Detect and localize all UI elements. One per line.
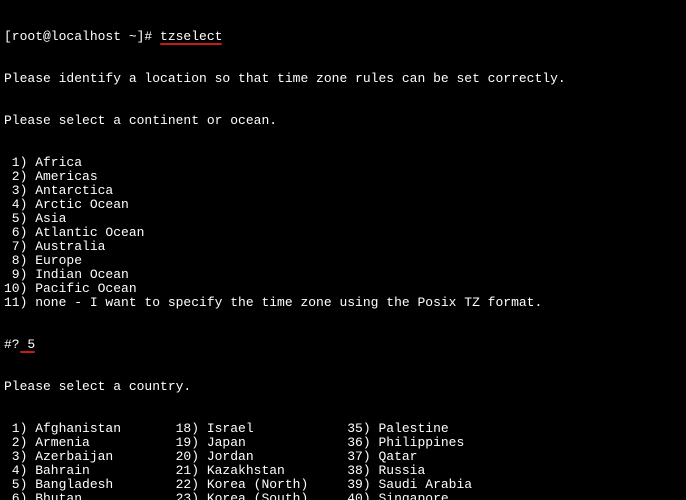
list-item: 9) Indian Ocean xyxy=(4,268,682,282)
list-item: 11) none - I want to specify the time zo… xyxy=(4,296,682,310)
list-item: 2) Armenia 19) Japan 36) Philippines xyxy=(4,436,682,450)
intro-line-2: Please select a continent or ocean. xyxy=(4,114,682,128)
list-item: 6) Bhutan 23) Korea (South) 40) Singapor… xyxy=(4,492,682,500)
list-item: 1) Afghanistan 18) Israel 35) Palestine xyxy=(4,422,682,436)
continent-list: 1) Africa 2) Americas 3) Antarctica 4) A… xyxy=(4,156,682,310)
list-item: 10) Pacific Ocean xyxy=(4,282,682,296)
list-item: 2) Americas xyxy=(4,170,682,184)
list-item: 3) Azerbaijan 20) Jordan 37) Qatar xyxy=(4,450,682,464)
list-item: 1) Africa xyxy=(4,156,682,170)
list-item: 5) Asia xyxy=(4,212,682,226)
shell-prompt-line: [root@localhost ~]# tzselect xyxy=(4,30,682,44)
list-item: 4) Bahrain 21) Kazakhstan 38) Russia xyxy=(4,464,682,478)
country-header: Please select a country. xyxy=(4,380,682,394)
input-prompt-1: #? 5 xyxy=(4,338,682,352)
list-item: 6) Atlantic Ocean xyxy=(4,226,682,240)
list-item: 3) Antarctica xyxy=(4,184,682,198)
command-text: tzselect xyxy=(160,29,222,44)
shell-prompt: [root@localhost ~]# xyxy=(4,29,160,44)
country-list: 1) Afghanistan 18) Israel 35) Palestine … xyxy=(4,422,682,500)
list-item: 5) Bangladesh 22) Korea (North) 39) Saud… xyxy=(4,478,682,492)
prompt-marker: #? xyxy=(4,337,20,352)
intro-line-1: Please identify a location so that time … xyxy=(4,72,682,86)
list-item: 8) Europe xyxy=(4,254,682,268)
user-input-1[interactable]: 5 xyxy=(20,337,36,352)
list-item: 4) Arctic Ocean xyxy=(4,198,682,212)
list-item: 7) Australia xyxy=(4,240,682,254)
terminal-output: [root@localhost ~]# tzselect Please iden… xyxy=(0,0,686,500)
